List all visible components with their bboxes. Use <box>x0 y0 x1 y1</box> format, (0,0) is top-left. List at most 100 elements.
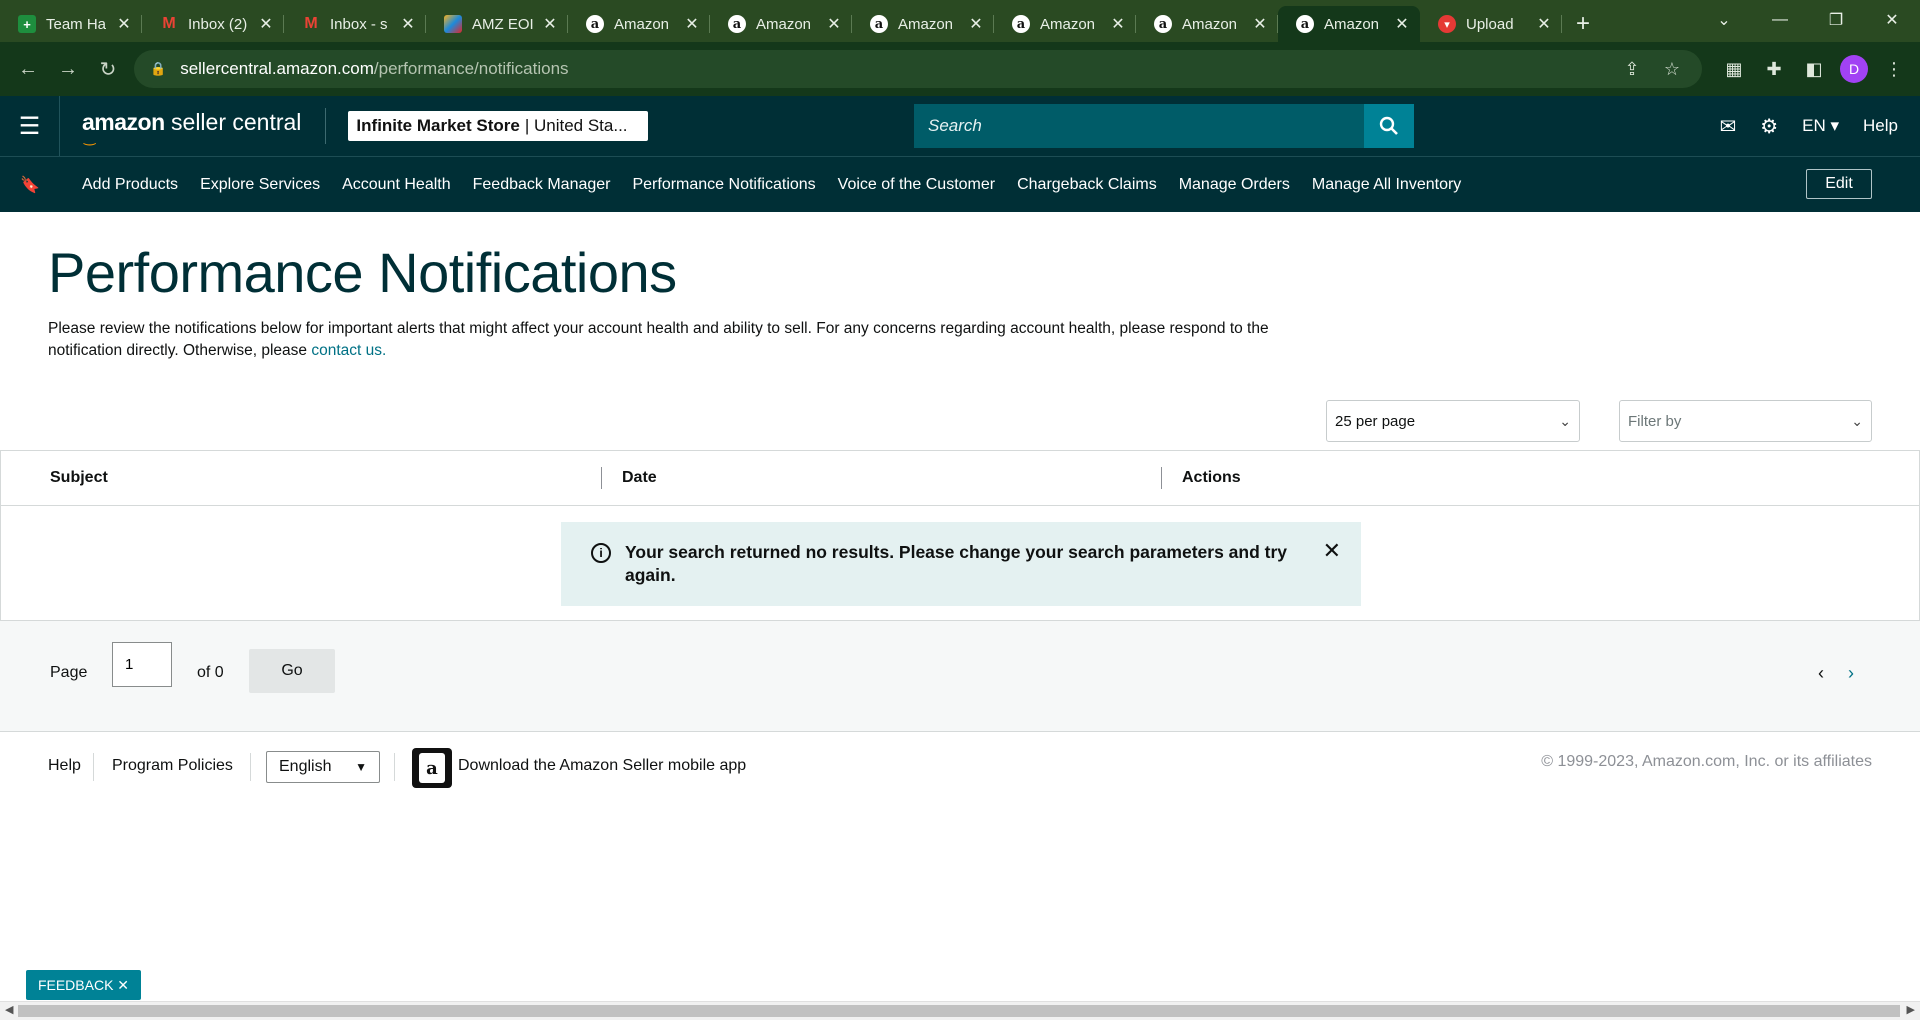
tab-search-icon[interactable]: ⌄ <box>1696 0 1752 40</box>
program-policies-link[interactable]: Program Policies <box>112 757 233 775</box>
nav-item-voice-of-the-customer[interactable]: Voice of the Customer <box>838 176 995 194</box>
nav-item-explore-services[interactable]: Explore Services <box>200 176 320 194</box>
amazon-icon: a <box>1012 15 1030 33</box>
tab-title: Amazon <box>614 15 670 33</box>
feedback-button[interactable]: FEEDBACK ✕ <box>26 970 141 1000</box>
sheets-icon: + <box>18 15 36 33</box>
tab-title: Team Ha <box>46 15 107 33</box>
scroll-left-icon[interactable]: ◀ <box>5 1003 13 1016</box>
bookmark-icon[interactable]: 🔖 <box>0 175 60 195</box>
language-selector[interactable]: EN ▾ <box>1790 116 1851 136</box>
close-icon[interactable]: ✕ <box>1323 538 1341 564</box>
share-icon[interactable]: ⇪ <box>1618 59 1646 80</box>
footer: Help Program Policies English ▼ a Downloa… <box>0 733 1920 803</box>
amazon-icon: a <box>1296 15 1314 33</box>
tab-close-icon[interactable]: ✕ <box>116 14 132 34</box>
tab-close-icon[interactable]: ✕ <box>826 14 842 34</box>
seller-app-icon[interactable]: a <box>412 748 452 788</box>
upload-icon: ▾ <box>1438 15 1456 33</box>
browser-tab[interactable]: a Amazon ✕ <box>568 6 710 42</box>
profile-avatar[interactable]: D <box>1840 55 1868 83</box>
tab-close-icon[interactable]: ✕ <box>1110 14 1126 34</box>
horizontal-scrollbar[interactable]: ◀ ▶ <box>0 1001 1920 1020</box>
url-host: sellercentral.amazon.com <box>180 59 374 78</box>
chevron-right-icon[interactable]: › <box>1848 663 1854 684</box>
browser-toolbar: ← → ↻ 🔒 sellercentral.amazon.com/perform… <box>0 42 1920 96</box>
browser-tab[interactable]: M Inbox (2) ✕ <box>142 6 284 42</box>
footer-help-link[interactable]: Help <box>48 757 81 775</box>
amazon-icon: a <box>586 15 604 33</box>
go-button[interactable]: Go <box>249 649 335 693</box>
search-input[interactable] <box>914 104 1364 148</box>
column-resize-handle[interactable] <box>601 467 602 489</box>
tab-close-icon[interactable]: ✕ <box>1252 14 1268 34</box>
info-icon: i <box>591 543 611 563</box>
qr-extension-icon[interactable]: ▦ <box>1714 49 1754 89</box>
help-link[interactable]: Help <box>1851 116 1920 136</box>
search-icon[interactable] <box>1364 104 1414 148</box>
nav-item-add-products[interactable]: Add Products <box>82 176 178 194</box>
nav-item-feedback-manager[interactable]: Feedback Manager <box>473 176 611 194</box>
restore-icon[interactable]: ❐ <box>1808 0 1864 40</box>
seller-central-logo[interactable]: amazon seller central ‿ <box>82 111 301 145</box>
tab-close-icon[interactable]: ✕ <box>542 14 558 34</box>
nav-item-manage-all-inventory[interactable]: Manage All Inventory <box>1312 176 1461 194</box>
new-tab-button[interactable]: + <box>1562 6 1604 42</box>
chevron-down-icon: ⌄ <box>1851 412 1863 429</box>
browser-tab[interactable]: M Inbox - s ✕ <box>284 6 426 42</box>
browser-tab[interactable]: a Amazon ✕ <box>710 6 852 42</box>
tab-close-icon[interactable]: ✕ <box>968 14 984 34</box>
back-icon[interactable]: ← <box>8 49 48 89</box>
filter-by-select[interactable]: Filter by ⌄ <box>1619 400 1872 442</box>
bookmark-star-icon[interactable]: ☆ <box>1658 59 1686 80</box>
tab-close-icon[interactable]: ✕ <box>400 14 416 34</box>
lock-icon: 🔒 <box>150 61 167 76</box>
bookmarks-nav: 🔖 Add Products Explore Services Account He… <box>0 156 1920 212</box>
hamburger-menu-icon[interactable]: ☰ <box>0 96 60 156</box>
gear-icon[interactable]: ⚙ <box>1748 114 1790 139</box>
tab-close-icon[interactable]: ✕ <box>1536 14 1552 34</box>
column-header-actions[interactable]: Actions <box>1182 469 1241 487</box>
tab-close-icon[interactable]: ✕ <box>684 14 700 34</box>
close-window-icon[interactable]: ✕ <box>1864 0 1920 40</box>
browser-tab[interactable]: a Amazon ✕ <box>1136 6 1278 42</box>
edit-nav-button[interactable]: Edit <box>1806 169 1872 199</box>
store-switcher[interactable]: Infinite Market Store | United Sta... <box>348 111 649 141</box>
side-panel-icon[interactable]: ◧ <box>1794 49 1834 89</box>
browser-tab[interactable]: ▾ Upload ✕ <box>1420 6 1562 42</box>
browser-tab[interactable]: AMZ EOI ✕ <box>426 6 568 42</box>
scrollbar-thumb[interactable] <box>18 1005 1900 1017</box>
table-header: Subject Date Actions <box>1 451 1919 506</box>
browser-tab[interactable]: a Amazon ✕ <box>994 6 1136 42</box>
extensions-puzzle-icon[interactable]: ✚ <box>1754 49 1794 89</box>
tab-title: Inbox - s <box>330 15 388 33</box>
address-bar[interactable]: 🔒 sellercentral.amazon.com/performance/n… <box>134 50 1702 88</box>
browser-tab[interactable]: a Amazon ✕ <box>852 6 994 42</box>
nav-item-chargeback-claims[interactable]: Chargeback Claims <box>1017 176 1157 194</box>
footer-language-select[interactable]: English ▼ <box>266 751 380 783</box>
browser-menu-icon[interactable]: ⋮ <box>1874 49 1914 89</box>
contact-us-link[interactable]: contact us. <box>311 342 386 359</box>
copyright: © 1999-2023, Amazon.com, Inc. or its aff… <box>1541 753 1872 770</box>
column-resize-handle[interactable] <box>1161 467 1162 489</box>
per-page-select[interactable]: 25 per page ⌄ <box>1326 400 1580 442</box>
browser-tab[interactable]: a Amazon ✕ <box>1278 6 1420 42</box>
mail-icon[interactable]: ✉ <box>1707 114 1748 139</box>
forward-icon[interactable]: → <box>48 49 88 89</box>
chevron-left-icon[interactable]: ‹ <box>1818 663 1824 684</box>
nav-item-account-health[interactable]: Account Health <box>342 176 451 194</box>
nav-item-manage-orders[interactable]: Manage Orders <box>1179 176 1290 194</box>
scroll-right-icon[interactable]: ▶ <box>1907 1003 1915 1016</box>
tab-close-icon[interactable]: ✕ <box>258 14 274 34</box>
minimize-icon[interactable]: — <box>1752 0 1808 40</box>
browser-tab[interactable]: + Team Ha ✕ <box>0 6 142 42</box>
page-count: of 0 <box>197 664 224 681</box>
tab-close-icon[interactable]: ✕ <box>1394 14 1410 34</box>
download-app-link[interactable]: Download the Amazon Seller mobile app <box>458 757 746 775</box>
reload-icon[interactable]: ↻ <box>88 49 128 89</box>
pagination: Page of 0 Go ‹ › <box>0 621 1920 732</box>
page-number-input[interactable] <box>112 642 172 687</box>
column-header-date[interactable]: Date <box>622 469 657 487</box>
nav-item-performance-notifications[interactable]: Performance Notifications <box>632 176 815 194</box>
column-header-subject[interactable]: Subject <box>50 469 108 487</box>
